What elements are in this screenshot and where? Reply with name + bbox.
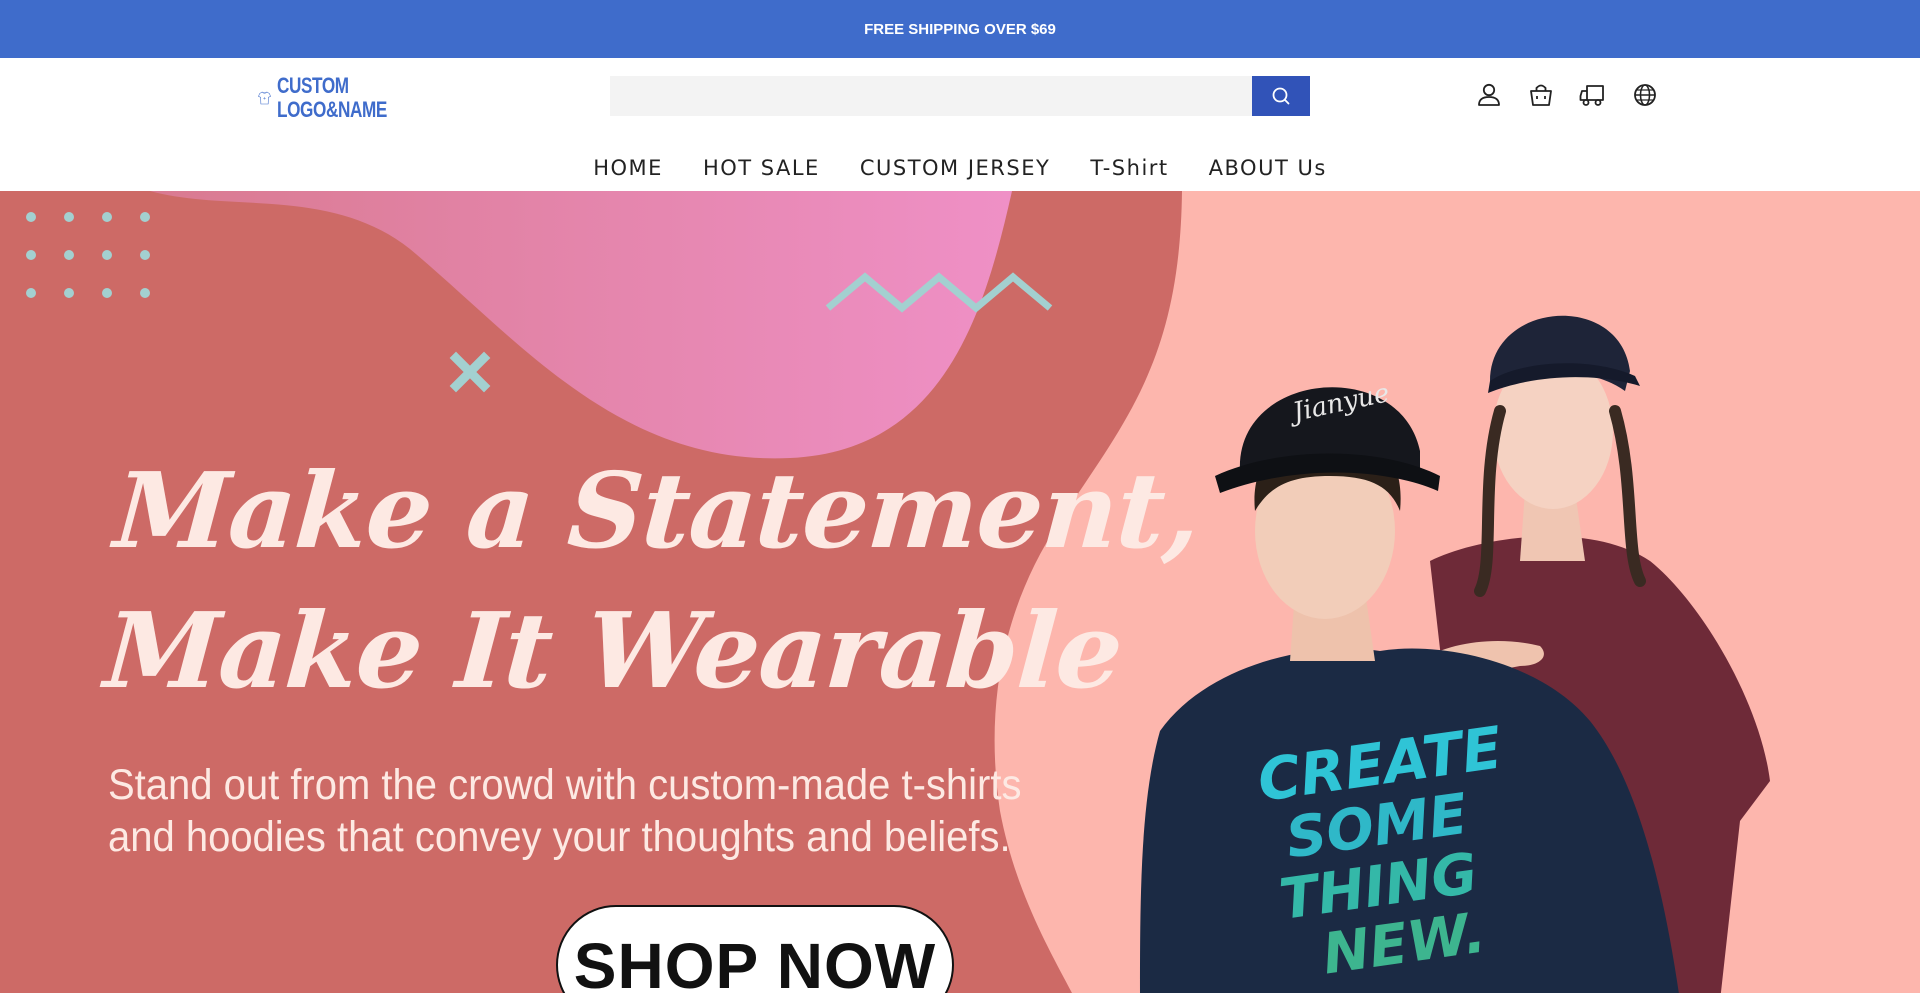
main-nav: HOME HOT SALE CUSTOM JERSEY T-Shirt ABOU… — [0, 148, 1920, 188]
tshirt-logo-icon — [258, 91, 271, 105]
logo-line1: CUSTOM — [277, 73, 349, 98]
announcement-bar: FREE SHIPPING OVER $69 — [0, 0, 1920, 58]
user-icon — [1478, 83, 1500, 106]
search-bar — [610, 76, 1310, 116]
search-button[interactable] — [1252, 76, 1310, 116]
search-input[interactable] — [610, 76, 1252, 116]
order-tracking-button[interactable] — [1578, 78, 1608, 112]
subtext-line2: and hoodies that convey your thoughts an… — [108, 813, 1011, 861]
nav-custom-jersey[interactable]: CUSTOM JERSEY — [860, 148, 1051, 188]
headline-line2: Make It Wearable — [100, 589, 1126, 712]
nav-hot-sale[interactable]: HOT SALE — [703, 148, 820, 188]
truck-icon — [1579, 85, 1604, 106]
hero-banner[interactable]: Jianyue CREATE SOME THING NEW. Make a St… — [0, 191, 1920, 993]
nav-t-shirt[interactable]: T-Shirt — [1090, 148, 1168, 188]
language-button[interactable] — [1630, 78, 1660, 112]
search-icon — [1272, 87, 1290, 105]
cart-button[interactable] — [1526, 78, 1556, 112]
account-button[interactable] — [1474, 78, 1504, 112]
header-icons — [1474, 78, 1660, 112]
hero-subtext: Stand out from the crowd with custom-mad… — [108, 759, 1022, 863]
headline-line1: Make a Statement, — [110, 449, 1204, 572]
nav-about-us[interactable]: ABOUT Us — [1209, 148, 1327, 188]
hero-headline: Make a Statement, Make It Wearable — [100, 441, 1204, 721]
logo-line2: LOGO&NAME — [277, 97, 387, 122]
subtext-line1: Stand out from the crowd with custom-mad… — [108, 761, 1022, 809]
models-photo: Jianyue CREATE SOME THING NEW. — [1140, 315, 1770, 993]
cart-icon — [1530, 84, 1552, 106]
logo-wordmark: CUSTOM LOGO&NAME — [277, 74, 387, 122]
site-logo[interactable]: CUSTOM LOGO&NAME — [258, 70, 418, 126]
announcement-text: FREE SHIPPING OVER $69 — [864, 20, 1056, 38]
shop-now-button[interactable]: SHOP NOW — [556, 905, 954, 993]
globe-icon — [1634, 84, 1656, 106]
nav-home[interactable]: HOME — [593, 148, 663, 188]
site-header: CUSTOM LOGO&NAME HOME HOT SALE CUSTOM JE… — [0, 58, 1920, 191]
